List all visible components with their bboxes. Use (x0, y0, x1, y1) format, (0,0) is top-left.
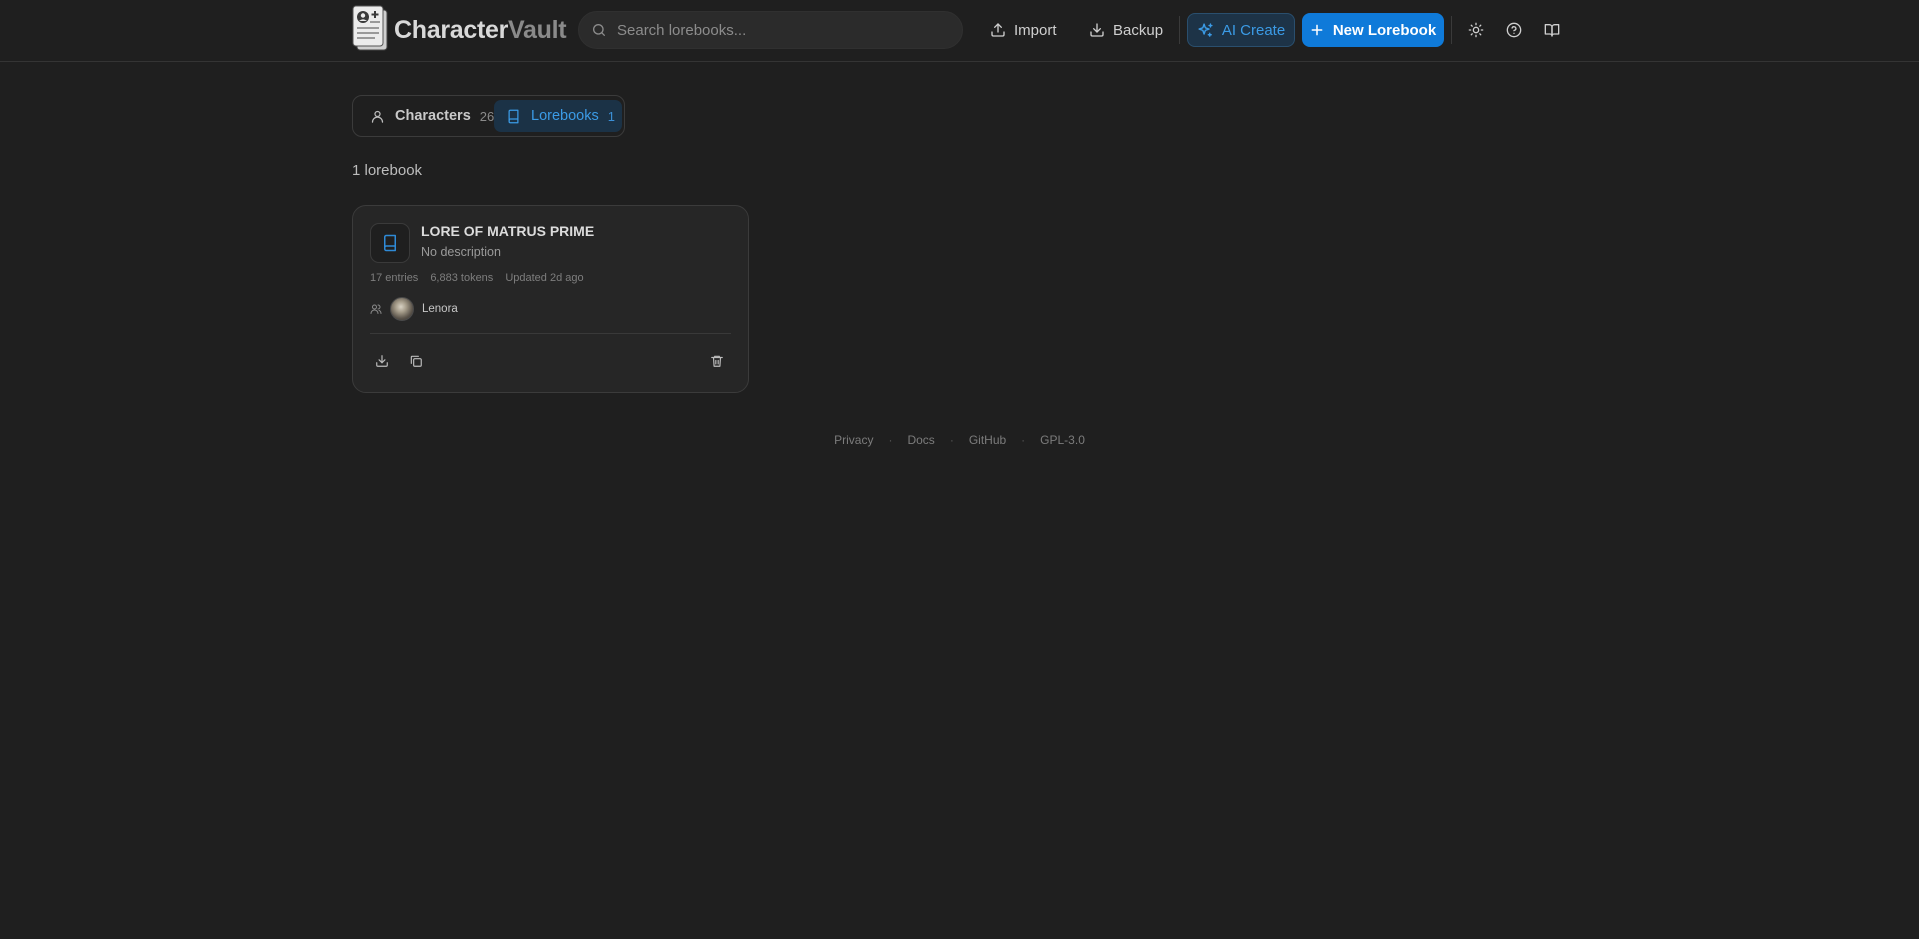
book-icon (506, 109, 521, 124)
plus-icon (1310, 23, 1324, 37)
view-tabs: Characters 26 Lorebooks 1 (352, 95, 625, 137)
download-icon (1089, 22, 1105, 38)
search-icon (591, 22, 607, 38)
lorebook-entries: 17 entries (370, 272, 419, 284)
logo-text-primary: Character (394, 15, 509, 44)
sun-icon (1468, 22, 1484, 38)
open-book-icon (1544, 22, 1560, 38)
footer-separator: · (888, 433, 893, 447)
export-lorebook-button[interactable] (369, 348, 395, 374)
app-logo[interactable]: CharacterVault (351, 5, 567, 55)
footer-separator: · (949, 433, 954, 447)
duplicate-lorebook-button[interactable] (403, 348, 429, 374)
import-button-label: Import (1014, 21, 1057, 39)
backup-button-label: Backup (1113, 21, 1164, 39)
linked-character[interactable]: Lenora (370, 297, 458, 321)
linked-character-name: Lenora (422, 303, 458, 315)
header-divider (1451, 16, 1452, 44)
sparkles-icon (1197, 22, 1214, 39)
theme-toggle-button[interactable] (1461, 15, 1491, 45)
footer-separator: · (1021, 433, 1026, 447)
duplicate-icon (409, 354, 423, 368)
top-navigation-bar: CharacterVault Import Backup AI Create N… (0, 0, 1919, 62)
logo-wordmark: CharacterVault (394, 15, 567, 45)
footer-link-docs[interactable]: Docs (907, 433, 934, 447)
tab-lorebooks[interactable]: Lorebooks 1 (494, 100, 622, 132)
card-divider (370, 333, 731, 334)
import-button[interactable]: Import (982, 13, 1065, 47)
tab-characters-count: 26 (479, 108, 495, 124)
lorebook-description: No description (421, 245, 501, 259)
tab-characters[interactable]: Characters 26 (358, 100, 494, 132)
user-icon (370, 109, 385, 124)
help-button[interactable] (1499, 15, 1529, 45)
book-icon (381, 234, 399, 252)
avatar (390, 297, 414, 321)
download-icon (375, 354, 389, 368)
ai-create-label: AI Create (1221, 21, 1286, 39)
delete-lorebook-button[interactable] (704, 348, 730, 374)
page-footer: Privacy · Docs · GitHub · GPL-3.0 (0, 433, 1919, 447)
new-lorebook-label: New Lorebook (1332, 21, 1437, 39)
ai-create-button[interactable]: AI Create (1187, 13, 1295, 47)
footer-link-privacy[interactable]: Privacy (834, 433, 873, 447)
new-lorebook-button[interactable]: New Lorebook (1302, 13, 1444, 47)
logo-icon (351, 5, 391, 55)
help-icon (1506, 22, 1522, 38)
logo-text-secondary: Vault (508, 15, 567, 44)
search-bar[interactable] (578, 11, 963, 49)
footer-link-license[interactable]: GPL-3.0 (1040, 433, 1085, 447)
header-divider (1179, 16, 1180, 44)
results-count: 1 lorebook (352, 162, 423, 179)
upload-icon (990, 22, 1006, 38)
tab-characters-label: Characters (395, 108, 471, 124)
lorebook-title[interactable]: LORE OF MATRUS PRIME (421, 223, 594, 239)
lorebook-card[interactable]: LORE OF MATRUS PRIME No description 17 e… (352, 205, 749, 393)
trash-icon (710, 354, 724, 368)
docs-button[interactable] (1537, 15, 1567, 45)
users-icon (370, 303, 382, 315)
lorebook-thumbnail (370, 223, 410, 263)
lorebook-meta: 17 entries 6,883 tokens Updated 2d ago (370, 272, 584, 284)
lorebook-updated: Updated 2d ago (505, 272, 584, 284)
tab-lorebooks-count: 1 (607, 108, 615, 124)
backup-button[interactable]: Backup (1081, 13, 1171, 47)
lorebook-tokens: 6,883 tokens (430, 272, 494, 284)
tab-lorebooks-label: Lorebooks (531, 108, 599, 124)
footer-link-github[interactable]: GitHub (969, 433, 1006, 447)
search-input[interactable] (617, 21, 947, 39)
